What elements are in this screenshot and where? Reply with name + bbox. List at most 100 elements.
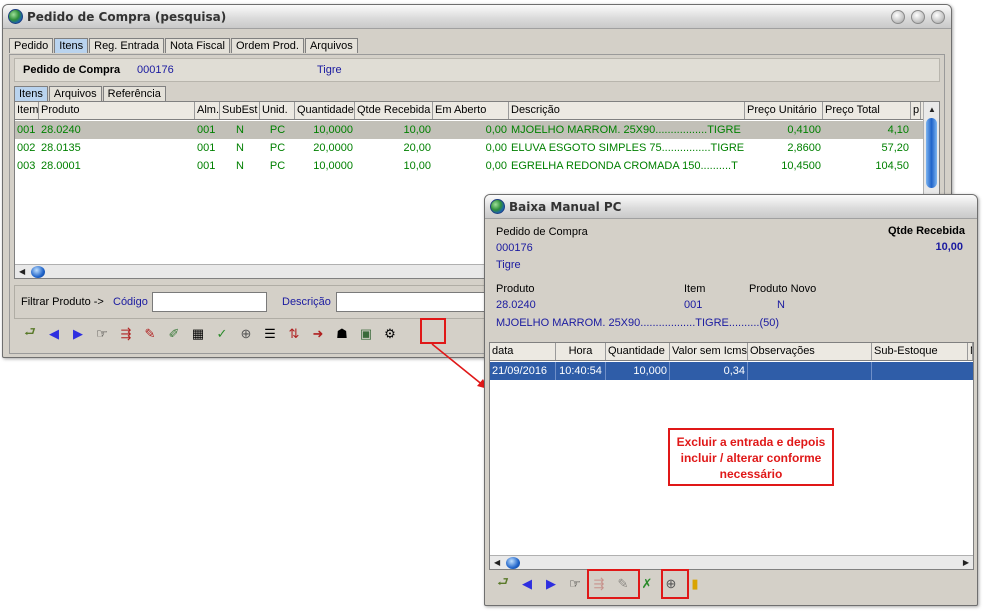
hand-point-icon[interactable]: ☞	[90, 323, 114, 345]
app-globe-icon	[8, 9, 23, 24]
baixa-title-bar[interactable]: Baixa Manual PC	[485, 195, 977, 219]
col-subest[interactable]: SubEst	[220, 102, 260, 119]
scroll-right-icon[interactable]: ▶	[963, 556, 969, 569]
table-row[interactable]: 003 28.0001 001 N PC 10,0000 10,00 0,00 …	[15, 157, 923, 175]
highlight-manual-receipt-button	[420, 318, 446, 344]
cell-unid: PC	[269, 142, 286, 154]
tab-reg-entrada[interactable]: Reg. Entrada	[89, 38, 164, 53]
scroll-up-icon[interactable]: ▲	[928, 103, 936, 116]
maximize-button[interactable]	[911, 10, 925, 24]
col-descricao[interactable]: Descrição	[509, 102, 745, 119]
tab-itens[interactable]: Itens	[54, 38, 89, 53]
col-produto[interactable]: Produto	[39, 102, 195, 119]
col-unid[interactable]: Unid.	[260, 102, 295, 119]
cell-hora: 10:40:54	[556, 362, 606, 380]
exit-icon[interactable]: ⮐	[491, 573, 515, 595]
check-doc-icon[interactable]: ✓	[210, 323, 234, 345]
tab-nota-fiscal[interactable]: Nota Fiscal	[164, 38, 230, 53]
cell-quantidade: 10,0000	[313, 124, 353, 136]
items-hscroll-thumb[interactable]	[31, 266, 45, 278]
cell-alm: 001	[197, 124, 216, 136]
sub-tabs: Itens Arquivos Referência	[14, 86, 167, 101]
magnifier-icon[interactable]: ⊕	[234, 323, 258, 345]
cell-descricao: EGRELHA REDONDA CROMADA 150..........T	[511, 160, 738, 172]
cell-preco-unitario: 0,4100	[787, 124, 821, 136]
export-doc-icon[interactable]: ➜	[306, 323, 330, 345]
filter-code-label: Código	[113, 296, 148, 308]
col-qtde-recebida[interactable]: Qtde Recebida	[355, 102, 433, 119]
baixa-produto-value: 28.0240	[496, 299, 536, 311]
pedido-number: 000176	[137, 64, 174, 76]
filter-desc-label: Descrição	[282, 296, 331, 308]
scroll-left-icon[interactable]: ◀	[19, 265, 25, 278]
table-row[interactable]: 001 28.0240 001 N PC 10,0000 10,00 0,00 …	[15, 121, 923, 139]
insert-icon[interactable]: ⇶	[114, 323, 138, 345]
exit-icon[interactable]: ⮐	[18, 323, 42, 345]
cell-quantidade: 10,0000	[313, 160, 353, 172]
gears-icon[interactable]: ⚙	[378, 323, 402, 345]
transfer-icon[interactable]: ⇅	[282, 323, 306, 345]
pedido-supplier: Tigre	[317, 64, 342, 76]
close-button[interactable]	[931, 10, 945, 24]
manual-receipt-icon[interactable]: ▣	[354, 323, 378, 345]
people-icon[interactable]: ☗	[330, 323, 354, 345]
tab-arquivos[interactable]: Arquivos	[304, 38, 358, 53]
items-grid-header: Item Produto Alm. SubEst Unid. Quantidad…	[15, 102, 923, 120]
baixa-item-value: 001	[684, 299, 703, 311]
col-quantidade[interactable]: Quantidade	[295, 102, 355, 119]
cell-preco-total: 104,50	[875, 160, 909, 172]
col-valor-sem-icms[interactable]: Valor sem Icms	[670, 343, 748, 360]
cell-produto: 28.0240	[41, 124, 81, 136]
prev-arrow-icon[interactable]: ◀	[515, 573, 539, 595]
table-row[interactable]: 002 28.0135 001 N PC 20,0000 20,00 0,00 …	[15, 139, 923, 157]
baixa-pedido-number: 000176	[496, 242, 533, 254]
baixa-window-title: Baixa Manual PC	[509, 199, 622, 214]
scroll-left-icon[interactable]: ◀	[494, 556, 500, 569]
minimize-button[interactable]	[891, 10, 905, 24]
highlight-delete-button	[661, 569, 689, 599]
main-title-bar[interactable]: Pedido de Compra (pesquisa)	[3, 5, 951, 29]
subtab-itens[interactable]: Itens	[14, 86, 48, 101]
filter-code-input[interactable]	[152, 292, 267, 312]
col-n[interactable]: N	[968, 343, 973, 360]
pedido-label: Pedido de Compra	[23, 64, 121, 76]
cell-unid: PC	[269, 124, 286, 136]
subtab-referencia[interactable]: Referência	[102, 86, 166, 101]
col-p[interactable]: p	[911, 102, 921, 119]
annotation-callout: Excluir a entrada e depois incluir / alt…	[668, 428, 834, 486]
table-row[interactable]: 21/09/2016 10:40:54 10,000 0,34	[490, 362, 973, 380]
highlight-insert-alter-buttons	[587, 569, 640, 599]
filter-desc-input[interactable]	[336, 292, 496, 312]
hand-point-icon[interactable]: ☞	[563, 573, 587, 595]
tab-pedido[interactable]: Pedido	[9, 38, 54, 53]
items-vscroll-thumb[interactable]	[926, 118, 937, 188]
cell-quantidade: 20,0000	[313, 142, 353, 154]
next-arrow-icon[interactable]: ▶	[66, 323, 90, 345]
col-data[interactable]: data	[490, 343, 556, 360]
col-em-aberto[interactable]: Em Aberto	[433, 102, 509, 119]
baixa-hscroll-thumb[interactable]	[506, 557, 520, 569]
cell-item: 001	[17, 124, 36, 136]
col-item[interactable]: Item	[15, 102, 39, 119]
col-observacoes[interactable]: Observações	[748, 343, 872, 360]
col-alm[interactable]: Alm.	[195, 102, 220, 119]
edit-doc-icon[interactable]: ✎	[138, 323, 162, 345]
baixa-horizontal-scrollbar[interactable]: ◀ ▶	[490, 555, 973, 569]
tab-ordem-prod[interactable]: Ordem Prod.	[230, 38, 304, 53]
col-preco-total[interactable]: Preço Total	[823, 102, 911, 119]
baixa-produto-label: Produto	[496, 283, 535, 295]
col-sub-estoque[interactable]: Sub-Estoque	[872, 343, 968, 360]
baixa-produto-novo-label: Produto Novo	[749, 283, 817, 295]
col-quantidade[interactable]: Quantidade	[606, 343, 670, 360]
prev-arrow-icon[interactable]: ◀	[42, 323, 66, 345]
pencil-doc-icon[interactable]: ✐	[162, 323, 186, 345]
calc-doc-icon[interactable]: ▦	[186, 323, 210, 345]
list-doc-icon[interactable]: ☰	[258, 323, 282, 345]
col-hora[interactable]: Hora	[556, 343, 606, 360]
cell-em-aberto: 0,00	[485, 142, 507, 154]
next-arrow-icon[interactable]: ▶	[539, 573, 563, 595]
cell-item: 003	[17, 160, 36, 172]
cell-produto: 28.0135	[41, 142, 81, 154]
col-preco-unitario[interactable]: Preço Unitário	[745, 102, 823, 119]
subtab-arquivos[interactable]: Arquivos	[48, 86, 102, 101]
